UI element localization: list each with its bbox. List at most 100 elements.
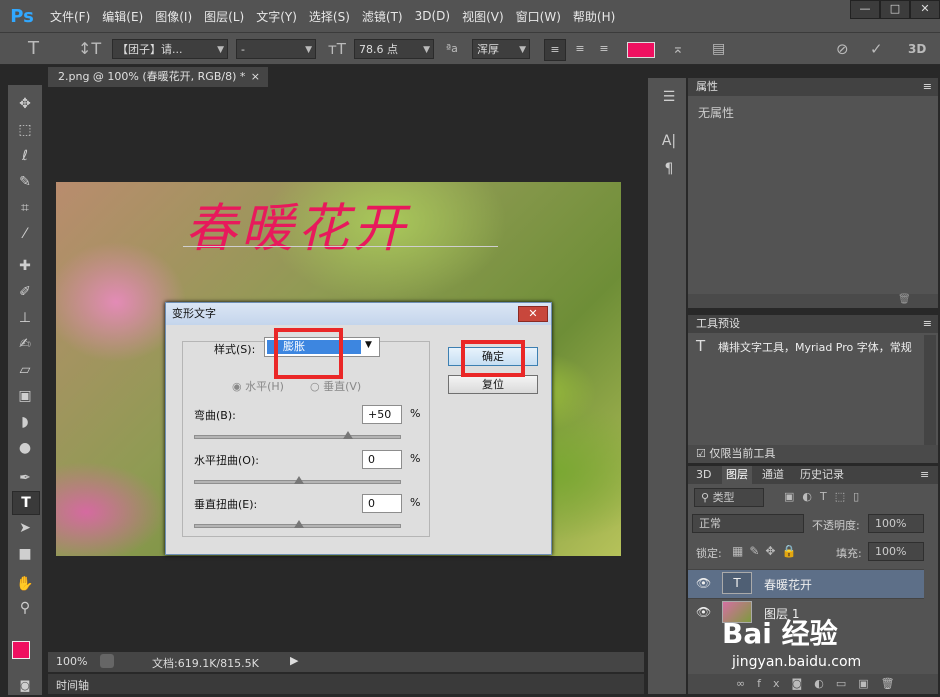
opacity-field[interactable]: 100% — [868, 514, 924, 533]
vertical-radio[interactable]: ○ 垂直(V) — [310, 378, 361, 394]
menu-image[interactable]: 图像(I) — [149, 8, 198, 25]
document-tab[interactable]: 2.png @ 100% (春暖花开, RGB/8) * × — [48, 67, 268, 87]
font-size-select[interactable]: 78.6 点 ▼ — [354, 39, 434, 59]
healing-brush-tool-icon[interactable]: ✚ — [12, 255, 38, 277]
bend-slider[interactable] — [194, 431, 401, 439]
menu-view[interactable]: 视图(V) — [456, 8, 510, 25]
pen-tool-icon[interactable]: ✒ — [12, 467, 38, 489]
warp-text-icon[interactable]: ⌅ — [672, 39, 684, 59]
menu-3d[interactable]: 3D(D) — [409, 9, 456, 23]
current-tool-only-checkbox[interactable]: ☑ — [688, 447, 706, 460]
move-tool-icon[interactable]: ✥ — [12, 93, 38, 115]
zoom-tool-icon[interactable]: ⚲ — [12, 597, 38, 619]
text-color-swatch[interactable] — [627, 42, 655, 58]
font-style-select[interactable]: - ▼ — [236, 39, 316, 59]
layers-footer-icons[interactable]: ∞fx◙◐▭▣🗑 — [688, 674, 938, 694]
menu-type[interactable]: 文字(Y) — [250, 8, 303, 25]
commit-check-icon[interactable]: ✓ — [870, 39, 883, 59]
delete-icon[interactable]: 🗑 — [898, 294, 911, 305]
maximize-button[interactable]: □ — [880, 0, 910, 19]
menu-edit[interactable]: 编辑(E) — [96, 8, 149, 25]
bend-slider-handle[interactable] — [342, 431, 353, 439]
brush-tool-icon[interactable]: ✐ — [12, 281, 38, 303]
preset-scrollbar[interactable] — [924, 335, 936, 445]
tab-3d[interactable]: 3D — [696, 466, 711, 484]
dialog-close-button[interactable]: ✕ — [518, 306, 548, 322]
tab-layers[interactable]: 图层 — [722, 466, 752, 484]
zoom-level[interactable]: 100% — [56, 655, 87, 668]
layer-row[interactable]: 👁 T 春暖花开 — [688, 569, 924, 598]
hand-tool-icon[interactable]: ✋ — [12, 573, 38, 595]
vertical-distortion-input[interactable]: 0 — [362, 494, 402, 513]
menu-select[interactable]: 选择(S) — [303, 8, 356, 25]
horizontal-distortion-input[interactable]: 0 — [362, 450, 402, 469]
fill-field[interactable]: 100% — [868, 542, 924, 561]
menu-help[interactable]: 帮助(H) — [567, 8, 621, 25]
marquee-tool-icon[interactable]: ⬚ — [12, 119, 38, 141]
visibility-eye-icon[interactable]: 👁 — [696, 576, 711, 590]
paragraph-panel-icon[interactable]: ¶ — [656, 158, 682, 180]
panel-menu-icon[interactable]: ≡ — [920, 466, 929, 484]
crop-tool-icon[interactable]: ⌗ — [12, 197, 38, 219]
gradient-tool-icon[interactable]: ▣ — [12, 385, 38, 407]
dodge-tool-icon[interactable]: ● — [12, 437, 38, 459]
foreground-color-swatch[interactable] — [12, 641, 30, 659]
vertical-distortion-percent: % — [410, 496, 421, 509]
layer-name[interactable]: 春暖花开 — [764, 576, 812, 593]
vertical-distortion-handle[interactable] — [293, 520, 304, 528]
lock-icons[interactable]: ▦✎✥🔒 — [732, 544, 802, 558]
blend-mode-select[interactable]: 正常 — [692, 514, 804, 533]
menu-file[interactable]: 文件(F) — [44, 8, 96, 25]
quick-select-tool-icon[interactable]: ✎ — [12, 171, 38, 193]
layer-filter-select[interactable]: ⚲ 类型 — [694, 488, 764, 507]
layer-filter-icons[interactable]: ▣◐T⬚▯ — [784, 490, 867, 503]
warp-text-dialog: 变形文字 ✕ 样式(S): 膨胀 ▼ ◉ 水平(H) ○ 垂直(V) 弯曲(B)… — [165, 302, 552, 555]
menu-layer[interactable]: 图层(L) — [198, 8, 250, 25]
align-right-icon[interactable]: ≡ — [594, 39, 614, 59]
eraser-tool-icon[interactable]: ▱ — [12, 359, 38, 381]
close-window-button[interactable]: ✕ — [910, 0, 940, 19]
vertical-distortion-slider[interactable] — [194, 520, 401, 528]
tab-history[interactable]: 历史记录 — [800, 466, 844, 484]
history-brush-tool-icon[interactable]: ✍ — [12, 333, 38, 355]
align-left-icon[interactable]: ≡ — [544, 39, 566, 61]
lasso-tool-icon[interactable]: ℓ — [12, 145, 38, 167]
status-arrow-icon[interactable]: ▶ — [290, 654, 298, 667]
horizontal-distortion-slider[interactable] — [194, 476, 401, 484]
menu-filter[interactable]: 滤镜(T) — [356, 8, 409, 25]
quick-mask-icon[interactable]: ◙ — [12, 675, 38, 697]
timeline-label[interactable]: 时间轴 — [56, 677, 89, 693]
panel-menu-icon[interactable]: ≡ — [923, 78, 932, 96]
cancel-icon[interactable]: ⊘ — [836, 39, 849, 59]
preset-item[interactable]: 横排文字工具，Myriad Pro 字体，常规 — [718, 339, 924, 355]
visibility-eye-icon[interactable]: 👁 — [696, 605, 711, 619]
character-panel-icon[interactable]: ▤ — [712, 39, 725, 59]
properties-title[interactable]: 属性 — [696, 80, 718, 93]
antialias-select[interactable]: 浑厚 ▼ — [472, 39, 530, 59]
type-tool-icon[interactable]: T — [28, 39, 39, 59]
text-orientation-icon[interactable]: ↕T — [78, 39, 101, 59]
3d-icon[interactable]: 3D — [908, 39, 926, 59]
bend-input[interactable]: +50 — [362, 405, 402, 424]
path-selection-tool-icon[interactable]: ➤ — [12, 517, 38, 539]
blur-tool-icon[interactable]: ◗ — [12, 411, 38, 433]
canvas-text-layer[interactable]: 春暖花开 — [185, 186, 409, 261]
horizontal-distortion-handle[interactable] — [293, 476, 304, 484]
tool-presets-title[interactable]: 工具预设 — [696, 317, 740, 330]
tab-channels[interactable]: 通道 — [762, 466, 784, 484]
eyedropper-tool-icon[interactable]: ⁄ — [12, 223, 38, 245]
align-center-icon[interactable]: ≡ — [570, 39, 590, 59]
reset-button[interactable]: 复位 — [448, 375, 538, 394]
close-tab-icon[interactable]: × — [251, 67, 260, 87]
stamp-tool-icon[interactable]: ⊥ — [12, 307, 38, 329]
properties-panel-icon[interactable]: ☰ — [656, 86, 682, 108]
character-panel-icon[interactable]: A| — [656, 130, 682, 152]
menu-window[interactable]: 窗口(W) — [510, 8, 567, 25]
status-menu-icon[interactable] — [100, 654, 114, 668]
shape-tool-icon[interactable]: ■ — [12, 543, 38, 565]
horizontal-radio[interactable]: ◉ 水平(H) — [232, 378, 284, 394]
panel-menu-icon[interactable]: ≡ — [923, 315, 932, 333]
type-tool-icon[interactable]: T — [12, 491, 40, 515]
minimize-button[interactable]: — — [850, 0, 880, 19]
font-family-select[interactable]: 【团子】请... ▼ — [112, 39, 228, 59]
